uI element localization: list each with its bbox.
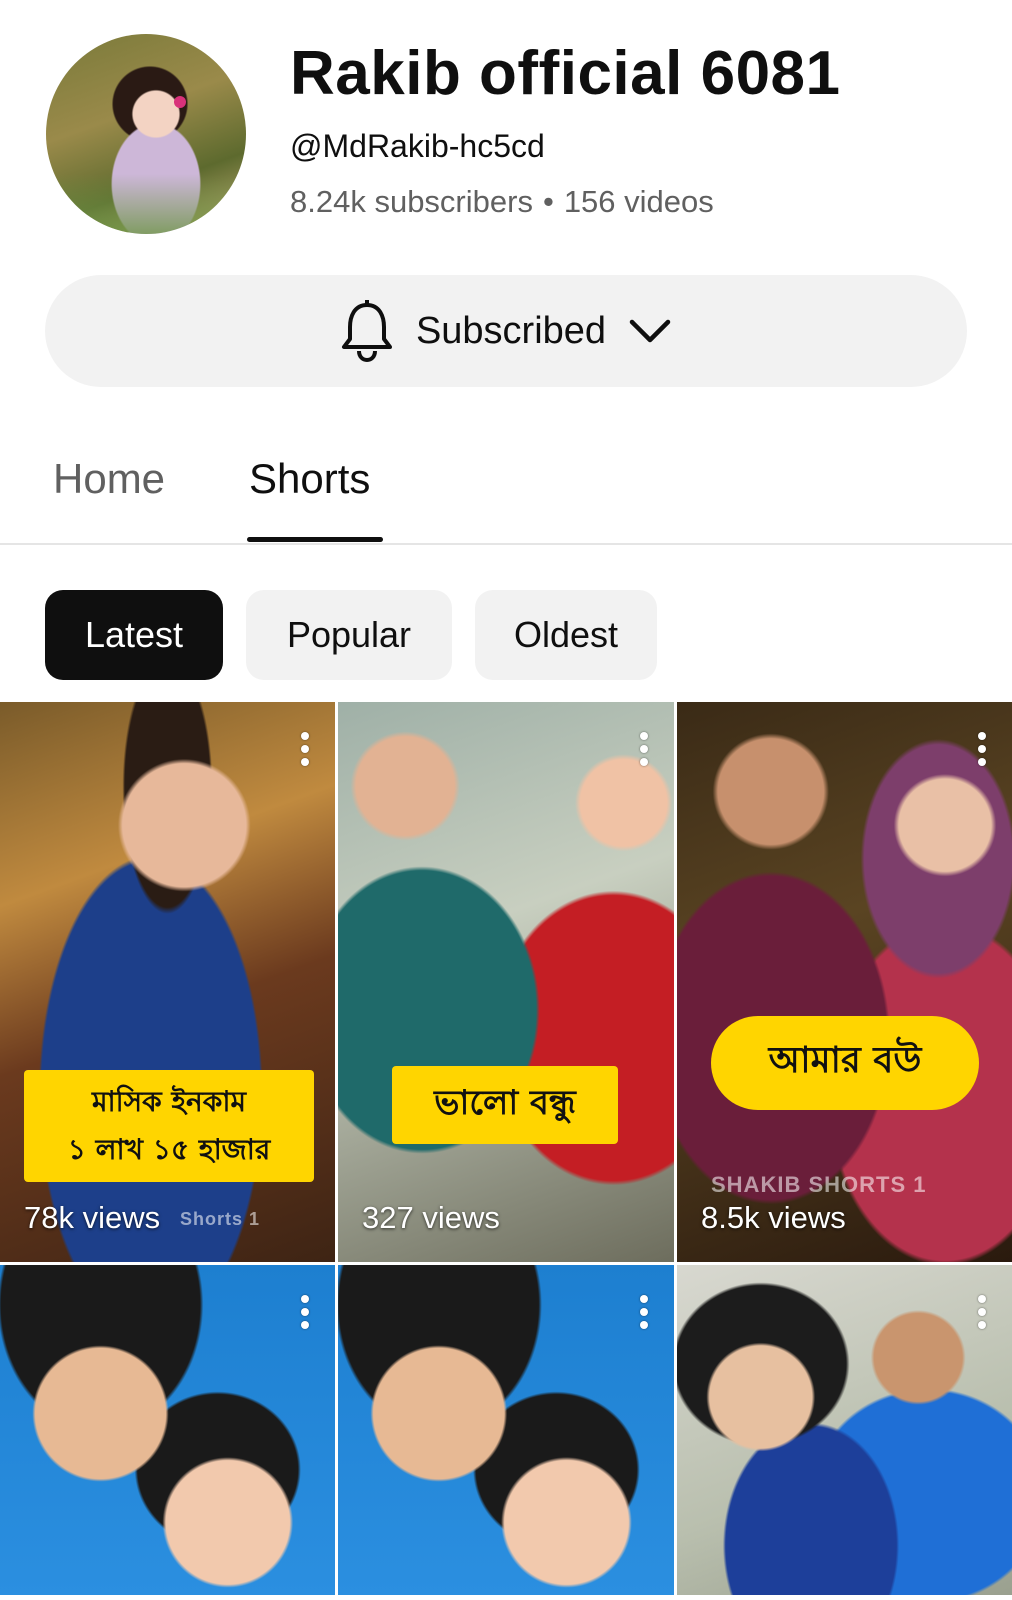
chip-oldest[interactable]: Oldest xyxy=(475,590,657,680)
short-thumbnail[interactable] xyxy=(338,1265,674,1595)
thumbnail-caption: মাসিক ইনকাম ১ লাখ ১৫ হাজার xyxy=(24,1070,314,1182)
video-count: 156 videos xyxy=(563,184,714,219)
channel-avatar[interactable] xyxy=(46,34,246,234)
channel-name: Rakib official 6081 xyxy=(290,39,841,108)
subscriber-count: 8.24k subscribers xyxy=(290,184,533,219)
thumbnail-caption: ভালো বন্ধু xyxy=(392,1066,618,1144)
stats-separator: • xyxy=(542,184,554,219)
short-thumbnail[interactable]: মাসিক ইনকাম ১ লাখ ১৫ হাজার Shorts 1 78k … xyxy=(0,702,335,1262)
subscribed-label: Subscribed xyxy=(415,309,607,352)
more-options-icon[interactable] xyxy=(640,1295,648,1334)
bell-icon xyxy=(340,299,394,363)
thumbnail-watermark: SHAKIB SHORTS 1 xyxy=(711,1172,927,1197)
short-thumbnail[interactable]: ভালো বন্ধু 327 views xyxy=(338,702,674,1262)
channel-tabs: Home Shorts xyxy=(0,430,1012,545)
sort-chips: Latest Popular Oldest xyxy=(45,590,657,680)
active-tab-indicator xyxy=(247,537,383,542)
caption-line: ভালো বন্ধু xyxy=(434,1082,576,1123)
caption-line: আমার বউ xyxy=(768,1040,922,1081)
channel-stats: 8.24k subscribers • 156 videos xyxy=(290,184,714,220)
channel-handle: @MdRakib-hc5cd xyxy=(290,128,545,164)
more-options-icon[interactable] xyxy=(978,1295,986,1334)
avatar-flower xyxy=(174,96,186,108)
caption-line: মাসিক ইনকাম xyxy=(91,1085,247,1118)
view-count: 78k views xyxy=(24,1200,161,1235)
channel-header: Rakib official 6081 @MdRakib-hc5cd 8.24k… xyxy=(0,0,1012,260)
thumbnail-watermark: Shorts 1 xyxy=(180,1209,261,1229)
chevron-down-icon xyxy=(628,316,672,346)
caption-line: ১ লাখ ১৫ হাজার xyxy=(67,1133,271,1166)
thumbnail-caption: আমার বউ xyxy=(711,1016,979,1110)
more-options-icon[interactable] xyxy=(301,1295,309,1334)
tab-home[interactable]: Home xyxy=(53,455,165,503)
chip-popular[interactable]: Popular xyxy=(246,590,452,680)
view-count: 327 views xyxy=(362,1200,500,1235)
more-options-icon[interactable] xyxy=(640,732,648,771)
more-options-icon[interactable] xyxy=(978,732,986,771)
short-thumbnail[interactable]: আমার বউ SHAKIB SHORTS 1 8.5k views xyxy=(677,702,1012,1262)
short-thumbnail[interactable] xyxy=(0,1265,335,1595)
more-options-icon[interactable] xyxy=(301,732,309,771)
short-thumbnail[interactable] xyxy=(677,1265,1012,1595)
view-count: 8.5k views xyxy=(701,1200,846,1235)
avatar-foliage xyxy=(46,174,246,234)
subscribed-button[interactable]: Subscribed xyxy=(45,275,967,387)
chip-latest[interactable]: Latest xyxy=(45,590,223,680)
tab-shorts[interactable]: Shorts xyxy=(249,455,370,503)
